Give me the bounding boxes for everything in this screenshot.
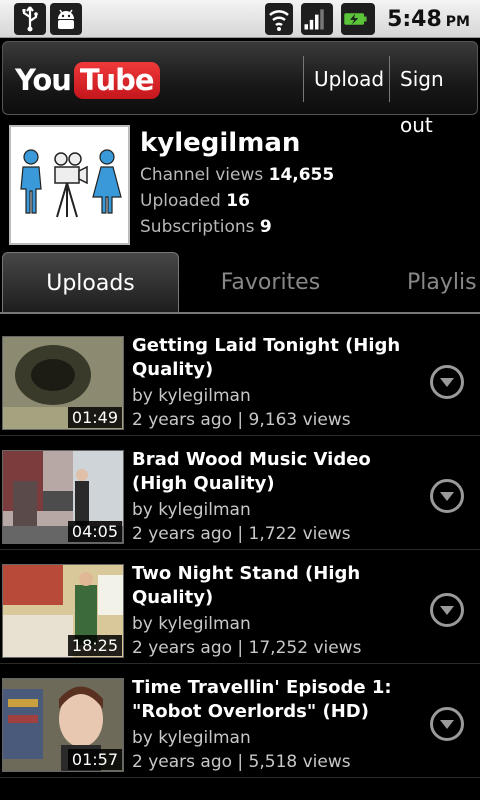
uploaded-value: 16 (226, 191, 250, 211)
tab-favorites[interactable]: Favorites (182, 252, 359, 312)
channel-profile: kylegilman Channel views 14,655 Uploaded… (0, 118, 480, 248)
video-meta: 2 years ago | 17,252 views (132, 638, 362, 658)
channel-views-label: Channel views (140, 165, 264, 185)
tab-playlists[interactable]: Playlis (400, 252, 480, 312)
channel-username: kylegilman (140, 128, 301, 158)
uploaded-stat: Uploaded 16 (140, 191, 250, 211)
video-item[interactable]: 01:49 Getting Laid Tonight (High Quality… (0, 322, 480, 436)
video-duration: 01:57 (67, 749, 122, 770)
video-thumbnail[interactable]: 04:05 (2, 450, 124, 544)
video-thumbnail[interactable]: 01:57 (2, 678, 124, 772)
video-title[interactable]: Two Night Stand (High Quality) (132, 562, 402, 610)
signal-icon (301, 3, 334, 35)
video-author: by kylegilman (132, 500, 251, 520)
status-bar: 5:48 PM (0, 0, 480, 38)
app-header: You Tube Upload Sign out (2, 41, 479, 137)
video-title[interactable]: Getting Laid Tonight (High Quality) (132, 334, 402, 382)
battery-charging-icon (341, 3, 376, 35)
youtube-logo[interactable]: You Tube (15, 59, 160, 101)
chevron-down-icon[interactable] (430, 365, 464, 399)
video-author: by kylegilman (132, 728, 251, 748)
subscriptions-label: Subscriptions (140, 217, 255, 237)
chevron-down-icon[interactable] (430, 593, 464, 627)
channel-views-stat: Channel views 14,655 (140, 165, 334, 185)
video-author: by kylegilman (132, 386, 251, 406)
video-meta: 2 years ago | 5,518 views (132, 752, 351, 772)
video-item[interactable]: 18:25 Two Night Stand (High Quality) by … (0, 550, 480, 664)
sign-out-button[interactable]: Sign out (389, 56, 479, 137)
clock-ampm: PM (445, 13, 470, 30)
video-title[interactable]: Time Travellin' Episode 1: "Robot Overlo… (132, 676, 402, 724)
android-debug-icon (50, 3, 82, 35)
video-item[interactable]: 04:05 Brad Wood Music Video (High Qualit… (0, 436, 480, 550)
logo-you-text: You (15, 63, 72, 97)
video-thumbnail[interactable]: 01:49 (2, 336, 124, 430)
clock: 5:48 PM (387, 7, 470, 32)
logo-tube-text: Tube (73, 61, 160, 99)
upload-button[interactable]: Upload (303, 56, 389, 102)
video-title[interactable]: Brad Wood Music Video (High Quality) (132, 448, 402, 496)
status-right: 5:48 PM (265, 3, 470, 35)
channel-tabs: Uploads Favorites Playlis (0, 250, 480, 314)
video-meta: 2 years ago | 9,163 views (132, 410, 351, 430)
video-meta: 2 years ago | 1,722 views (132, 524, 351, 544)
uploaded-label: Uploaded (140, 191, 221, 211)
wifi-icon (265, 3, 294, 35)
usb-icon (14, 3, 46, 35)
video-author: by kylegilman (132, 614, 251, 634)
video-duration: 01:49 (67, 407, 122, 428)
clock-time: 5:48 (387, 6, 442, 32)
video-duration: 04:05 (67, 521, 122, 542)
video-item[interactable]: 01:57 Time Travellin' Episode 1: "Robot … (0, 664, 480, 778)
subscriptions-value: 9 (259, 217, 272, 237)
tab-uploads[interactable]: Uploads (2, 252, 179, 312)
channel-views-value: 14,655 (268, 165, 335, 185)
chevron-down-icon[interactable] (430, 479, 464, 513)
video-thumbnail[interactable]: 18:25 (2, 564, 124, 658)
video-list: 01:49 Getting Laid Tonight (High Quality… (0, 322, 480, 778)
subscriptions-stat: Subscriptions 9 (140, 217, 272, 237)
chevron-down-icon[interactable] (430, 707, 464, 741)
avatar (9, 125, 130, 245)
video-duration: 18:25 (67, 635, 122, 656)
